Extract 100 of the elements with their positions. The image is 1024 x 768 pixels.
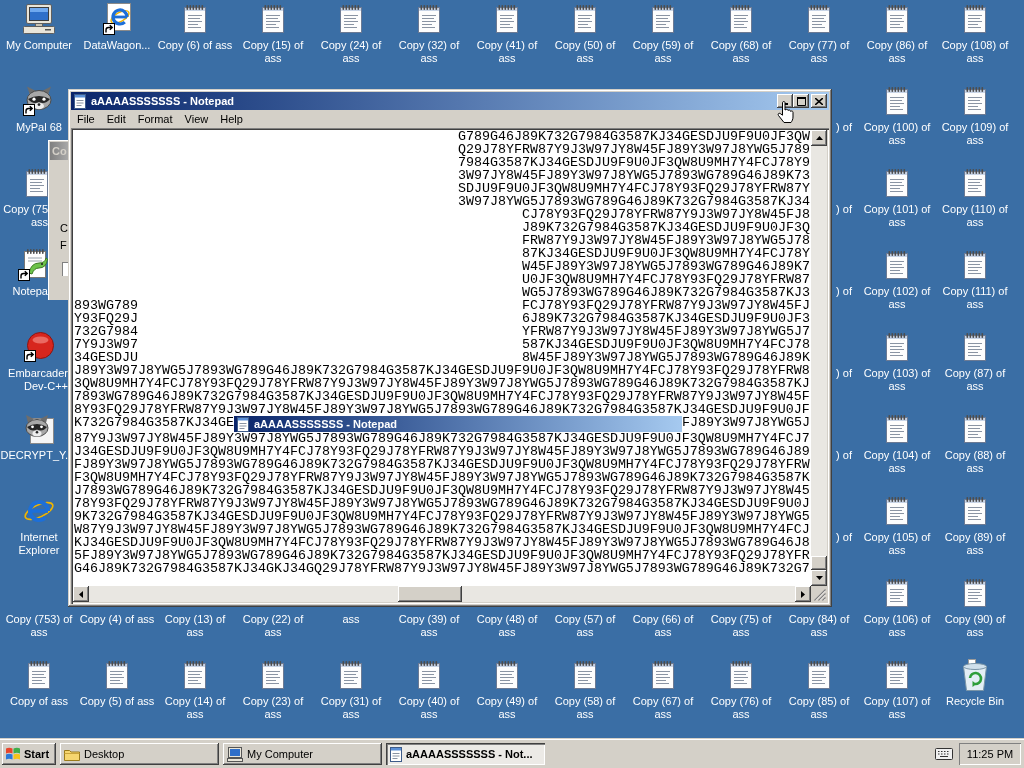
taskbar-button[interactable]: aAAAASSSSSSS - Not...: [386, 743, 545, 765]
notepad-page-icon[interactable]: [886, 333, 908, 361]
notepad-page-icon[interactable]: [574, 661, 596, 689]
scroll-down-button[interactable]: [811, 570, 827, 586]
icon-label[interactable]: Copy (110) of ass: [937, 203, 1013, 229]
notepad-page-icon[interactable]: [574, 5, 596, 33]
taskbar-button[interactable]: My Computer: [223, 743, 382, 765]
icon-label[interactable]: Copy (31) of ass: [313, 695, 389, 721]
icon-label[interactable]: Copy (75 ass: [0, 203, 48, 229]
icon-label[interactable]: Recycle Bin: [937, 695, 1013, 708]
menu-item[interactable]: Format: [131, 110, 179, 128]
icon-label[interactable]: Copy (22) of ass: [235, 613, 311, 639]
icon-label[interactable]: Copy (90) of ass: [937, 613, 1013, 639]
notepad-page-icon[interactable]: [496, 5, 518, 33]
browser-shortcut-icon[interactable]: [103, 3, 131, 35]
resize-grip-icon[interactable]: [814, 589, 826, 601]
icon-label[interactable]: Copy (67) of ass: [625, 695, 701, 721]
notepad-page-icon[interactable]: [730, 5, 752, 33]
notepad-page-icon[interactable]: [964, 169, 986, 197]
scroll-right-button[interactable]: [795, 586, 811, 602]
icon-label[interactable]: Copy (84) of ass: [781, 613, 857, 639]
start-button[interactable]: Start: [2, 743, 56, 765]
icon-label[interactable]: Copy (109) of ass: [937, 121, 1013, 147]
menu-item[interactable]: Edit: [100, 110, 132, 128]
icon-label[interactable]: Copy (111) of ass: [937, 285, 1013, 311]
scrollbar-thumb[interactable]: [398, 586, 462, 602]
icon-label[interactable]: Copy (85) of ass: [781, 695, 857, 721]
notepad-page-icon[interactable]: [964, 251, 986, 279]
notepad-page-icon[interactable]: [808, 5, 830, 33]
notepad-page-icon[interactable]: [28, 661, 50, 689]
notepad-page-icon[interactable]: [496, 661, 518, 689]
icon-label[interactable]: Copy (6) of ass: [157, 39, 233, 52]
icon-label[interactable]: Copy of ass: [1, 695, 77, 708]
icon-label[interactable]: Internet Explorer: [10, 531, 68, 557]
icon-label[interactable]: Copy (24) of ass: [313, 39, 389, 65]
icon-label[interactable]: Copy (101) of ass: [859, 203, 935, 229]
icon-label[interactable]: Copy (66) of ass: [625, 613, 701, 639]
notepad-page-icon[interactable]: [262, 5, 284, 33]
icon-label[interactable]: Copy (15) of ass: [235, 39, 311, 65]
icon-label[interactable]: Copy (4) of ass: [79, 613, 155, 626]
notepad-page-icon[interactable]: [652, 5, 674, 33]
menu-item[interactable]: View: [178, 110, 215, 128]
icon-label[interactable]: ) of: [836, 285, 852, 298]
icon-label[interactable]: Copy (86) of ass: [859, 39, 935, 65]
menu-item[interactable]: File: [71, 110, 101, 128]
notepad-page-icon[interactable]: [418, 5, 440, 33]
icon-label[interactable]: Copy (57) of ass: [547, 613, 623, 639]
icon-label[interactable]: Copy (59) of ass: [625, 39, 701, 65]
icon-label[interactable]: ) of: [836, 367, 852, 380]
taskbar-button[interactable]: Desktop: [60, 743, 219, 765]
notepad-page-icon[interactable]: [184, 661, 206, 689]
icon-label[interactable]: Copy (75) of ass: [703, 613, 779, 639]
icon-label[interactable]: Copy (39) of ass: [391, 613, 467, 639]
icon-label[interactable]: Copy (105) of ass: [859, 531, 935, 557]
close-button[interactable]: [811, 94, 827, 108]
icon-label[interactable]: Copy (50) of ass: [547, 39, 623, 65]
notepad-page-icon[interactable]: [886, 661, 908, 689]
icon-label[interactable]: Copy (32) of ass: [391, 39, 467, 65]
notepad-page-icon[interactable]: [106, 661, 128, 689]
icon-label[interactable]: Copy (102) of ass: [859, 285, 935, 311]
icon-label[interactable]: Copy (103) of ass: [859, 367, 935, 393]
icon-label[interactable]: ass: [313, 613, 389, 626]
icon-label[interactable]: Copy (100) of ass: [859, 121, 935, 147]
icon-label[interactable]: Copy (49) of ass: [469, 695, 545, 721]
icon-label[interactable]: Copy (88) of ass: [937, 449, 1013, 475]
notepad-page-icon[interactable]: [418, 661, 440, 689]
icon-label[interactable]: Copy (68) of ass: [703, 39, 779, 65]
icon-label[interactable]: Copy (87) of ass: [937, 367, 1013, 393]
browser-logo-icon[interactable]: [23, 498, 55, 524]
disc-shortcut-icon[interactable]: [24, 332, 54, 362]
icon-label[interactable]: DECRYPT_Y.: [0, 449, 68, 462]
icon-label[interactable]: Copy (77) of ass: [781, 39, 857, 65]
icon-label[interactable]: Copy (106) of ass: [859, 613, 935, 639]
scroll-up-button[interactable]: [811, 130, 827, 146]
icon-label[interactable]: Copy (48) of ass: [469, 613, 545, 639]
icon-label[interactable]: MyPal 68: [10, 121, 68, 134]
icon-label[interactable]: Copy (753) of ass: [1, 613, 77, 639]
notepad-page-icon[interactable]: [964, 415, 986, 443]
notepad-page-icon[interactable]: [886, 497, 908, 525]
notepad-page-icon[interactable]: [652, 661, 674, 689]
notepad-page-icon[interactable]: [964, 497, 986, 525]
scroll-left-button[interactable]: [73, 586, 89, 602]
notepad-page-icon[interactable]: [340, 661, 362, 689]
icon-label[interactable]: Notepa: [0, 285, 48, 298]
icon-label[interactable]: Copy (108) of ass: [937, 39, 1013, 65]
icon-label[interactable]: Copy (40) of ass: [391, 695, 467, 721]
notepad-page-icon[interactable]: [964, 333, 986, 361]
icon-label[interactable]: Copy (5) of ass: [79, 695, 155, 708]
recycle-bin-icon[interactable]: [961, 659, 989, 691]
maximize-button[interactable]: [793, 94, 809, 108]
notepad-page-icon[interactable]: [964, 579, 986, 607]
icon-label[interactable]: Copy (58) of ass: [547, 695, 623, 721]
lizard-notepad-shortcut-icon[interactable]: [18, 249, 48, 281]
scrollbar-thumb[interactable]: [811, 556, 827, 570]
icon-label[interactable]: Copy (41) of ass: [469, 39, 545, 65]
icon-label[interactable]: Embarcader Dev-C++: [0, 367, 68, 393]
notepad-page-icon[interactable]: [964, 5, 986, 33]
icon-label[interactable]: ) of: [836, 121, 852, 134]
notepad-page-icon[interactable]: [730, 661, 752, 689]
raccoon-page-icon[interactable]: [24, 414, 54, 444]
